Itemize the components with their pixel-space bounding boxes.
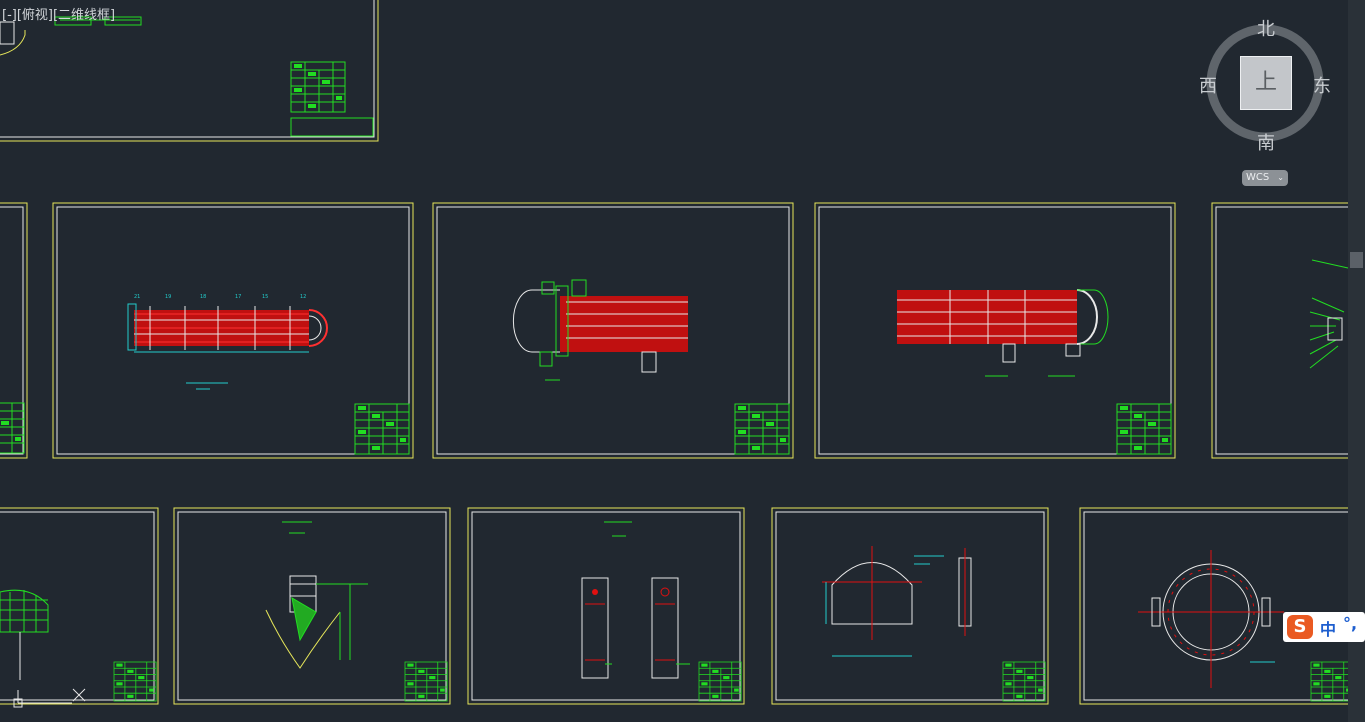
sogou-logo-icon[interactable]: S [1287, 615, 1313, 639]
sheet-row1-edge[interactable] [0, 202, 28, 459]
sheet-row2-edge[interactable] [0, 507, 159, 705]
saddle-drawing [265, 521, 368, 669]
svg-text:19: 19 [165, 294, 171, 300]
sheet-row2-a[interactable] [173, 507, 451, 705]
partial-hatch-drawing [0, 589, 49, 680]
sheet-row2-d[interactable] [1079, 507, 1365, 705]
viewcube-south[interactable]: 南 [1257, 129, 1275, 155]
drawing-canvas[interactable]: 21 19 18 17 15 12 [0, 0, 1365, 722]
tube-bundle-drawing: 21 19 18 17 15 12 [127, 294, 328, 390]
flange-drawing [1138, 550, 1284, 688]
svg-text:18: 18 [200, 294, 206, 300]
shell-right-drawing [897, 289, 1109, 377]
head-drawing [822, 546, 972, 657]
viewcube-east[interactable]: 东 [1313, 72, 1331, 98]
sheet-row2-b[interactable] [467, 507, 745, 705]
viewport-controls-label[interactable]: [-][俯视][二维线框] [2, 4, 115, 23]
svg-text:15: 15 [262, 294, 268, 300]
wcs-menu-button[interactable]: WCS ⌄ [1242, 170, 1288, 186]
ime-toolbar[interactable]: S 中 °, [1283, 612, 1365, 642]
scrollbar-thumb[interactable] [1350, 252, 1363, 268]
detail-leaders [1309, 259, 1349, 369]
svg-text:12: 12 [300, 294, 306, 300]
chevron-down-icon: ⌄ [1277, 173, 1284, 182]
svg-text:17: 17 [235, 294, 241, 300]
sheet-row2-c[interactable] [771, 507, 1049, 705]
viewcube-top-face[interactable]: 上 [1240, 56, 1292, 110]
svg-text:21: 21 [134, 294, 140, 300]
sheet-row1-b[interactable] [432, 202, 794, 459]
sheet-row1-d[interactable] [1211, 202, 1365, 459]
viewcube-north[interactable]: 北 [1257, 15, 1275, 41]
support-plates-drawing [581, 521, 690, 679]
sheet-row1-c[interactable] [814, 202, 1176, 459]
wcs-label: WCS [1246, 172, 1270, 183]
ime-punctuation-toggle[interactable]: °, [1343, 614, 1357, 633]
viewcube-west[interactable]: 西 [1199, 72, 1217, 98]
shell-left-drawing [512, 279, 688, 381]
sheet-row1-a[interactable]: 21 19 18 17 15 12 [52, 202, 414, 459]
ime-mode-toggle[interactable]: 中 [1320, 616, 1336, 640]
